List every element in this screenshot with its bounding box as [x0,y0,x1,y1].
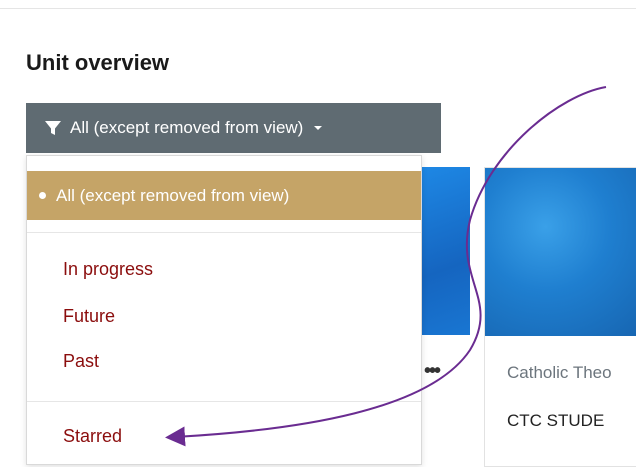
annotation-arrow [165,86,607,447]
